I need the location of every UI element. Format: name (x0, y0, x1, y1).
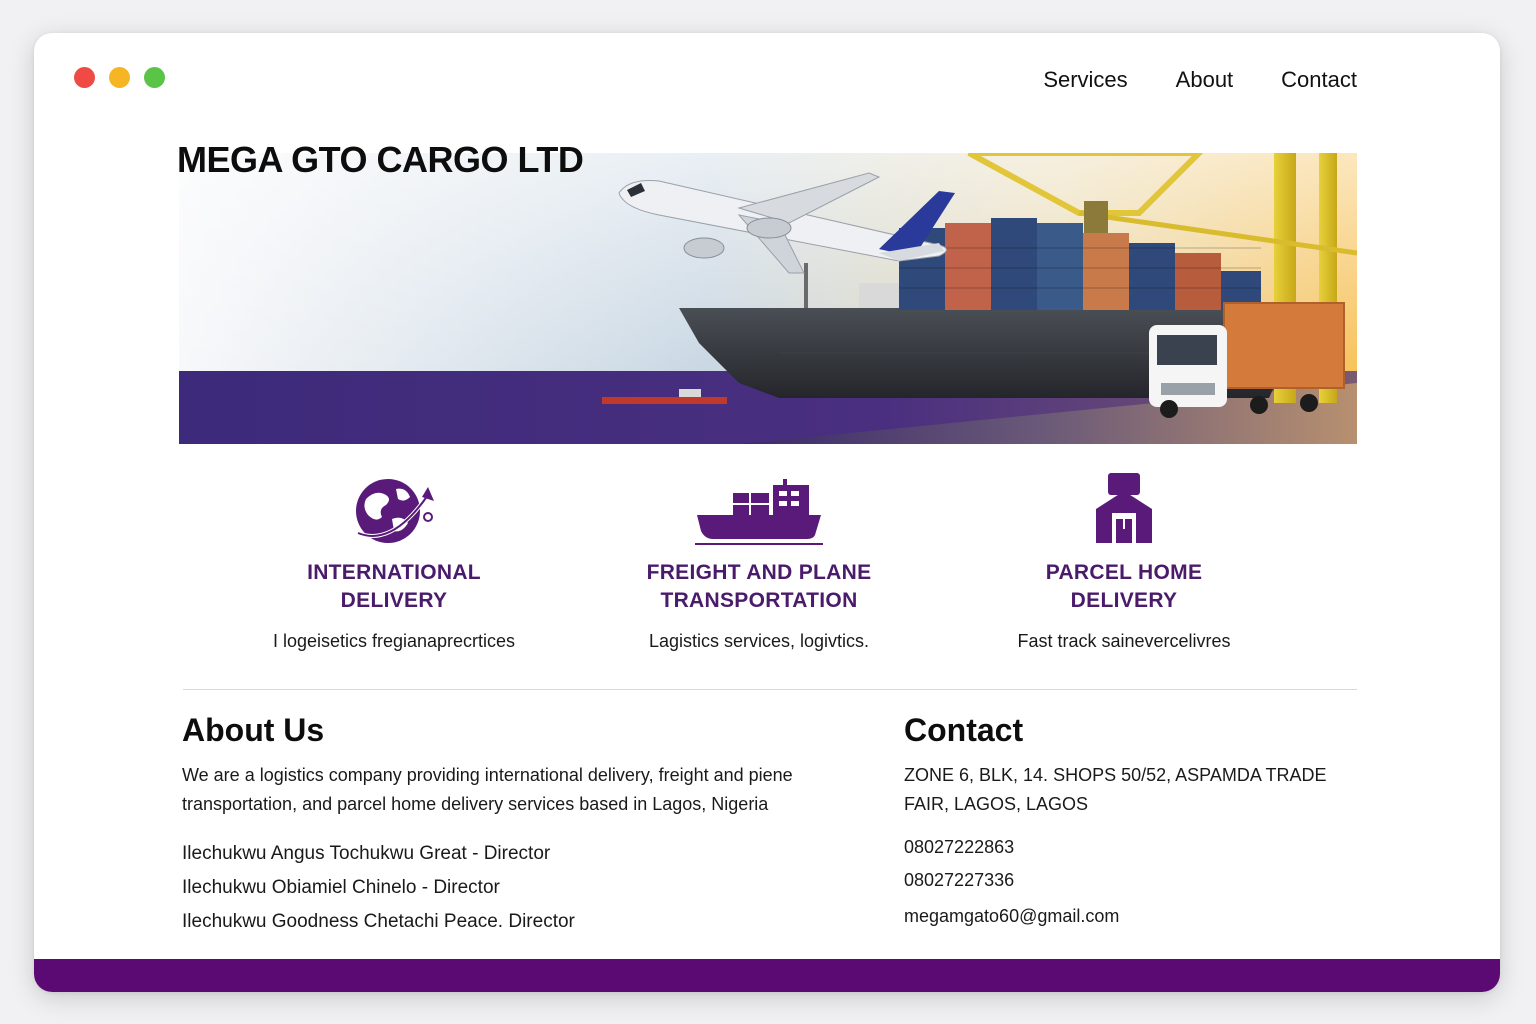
contact-section: Contact ZONE 6, BLK, 14. SHOPS 50/52, AS… (904, 711, 1364, 931)
company-title: MEGA GTO CARGO LTD (177, 139, 584, 180)
service-title-line1: INTERNATIONAL (307, 561, 481, 584)
cargo-ship-icon (579, 469, 939, 545)
nav-link-contact[interactable]: Contact (1281, 67, 1357, 93)
services-section: INTERNATIONAL DELIVERY I logeisetics fre… (179, 469, 1357, 669)
director-item: Ilechukwu Angus Tochukwu Great - Directo… (182, 843, 551, 864)
top-nav: Services About Contact (1043, 67, 1357, 93)
contact-address: ZONE 6, BLK, 14. SHOPS 50/52, ASPAMDA TR… (904, 765, 1327, 814)
service-description: Fast track sainevercelivres (1017, 631, 1231, 651)
hero-image (179, 153, 1357, 444)
globe-icon (214, 469, 574, 545)
footer-bar (34, 959, 1500, 992)
service-international-delivery[interactable]: INTERNATIONAL DELIVERY I logeisetics fre… (214, 469, 574, 652)
phone-number[interactable]: 08027227336 (904, 864, 1364, 897)
maximize-window-button[interactable] (144, 67, 165, 88)
browser-window: Services About Contact MEGA GTO CARGO LT… (34, 33, 1500, 992)
service-title-line2: TRANSPORTATION (660, 589, 858, 612)
service-parcel-home-delivery[interactable]: PARCEL HOME DELIVERY Fast track sainever… (944, 469, 1304, 652)
nav-link-services[interactable]: Services (1043, 67, 1127, 93)
directors-list: Ilechukwu Angus Tochukwu Great - Directo… (182, 837, 882, 939)
service-title-line1: FREIGHT AND PLANE (646, 561, 872, 584)
director-item: Ilechukwu Goodness Chetachi Peace. Direc… (182, 911, 575, 932)
about-section: About Us We are a logistics company prov… (182, 711, 882, 939)
section-divider (183, 689, 1357, 690)
service-freight-plane[interactable]: FREIGHT AND PLANE TRANSPORTATION Lagisti… (579, 469, 939, 652)
hero-illustration (179, 153, 1357, 444)
contact-heading: Contact (904, 712, 1024, 748)
parcel-home-icon (944, 469, 1304, 545)
phone-number[interactable]: 08027222863 (904, 831, 1364, 864)
about-description: We are a logistics company providing int… (182, 765, 793, 814)
service-description: I logeisetics fregianаprecrtices (272, 631, 516, 651)
minimize-window-button[interactable] (109, 67, 130, 88)
service-description: Lagistics services, logivtics. (648, 631, 870, 651)
nav-link-about[interactable]: About (1176, 67, 1234, 93)
director-item: Ilechukwu Obiamiel Chinelo - Director (182, 877, 500, 898)
about-heading: About Us (182, 712, 325, 748)
window-controls (74, 67, 165, 88)
service-title-line2: DELIVERY (1070, 589, 1178, 612)
service-title-line1: PARCEL HOME (1045, 561, 1203, 584)
contact-email[interactable]: megamgato60@gmail.com (904, 901, 1364, 931)
contact-phones: 08027222863 08027227336 (904, 831, 1364, 897)
service-title-line2: DELIVERY (340, 589, 448, 612)
close-window-button[interactable] (74, 67, 95, 88)
